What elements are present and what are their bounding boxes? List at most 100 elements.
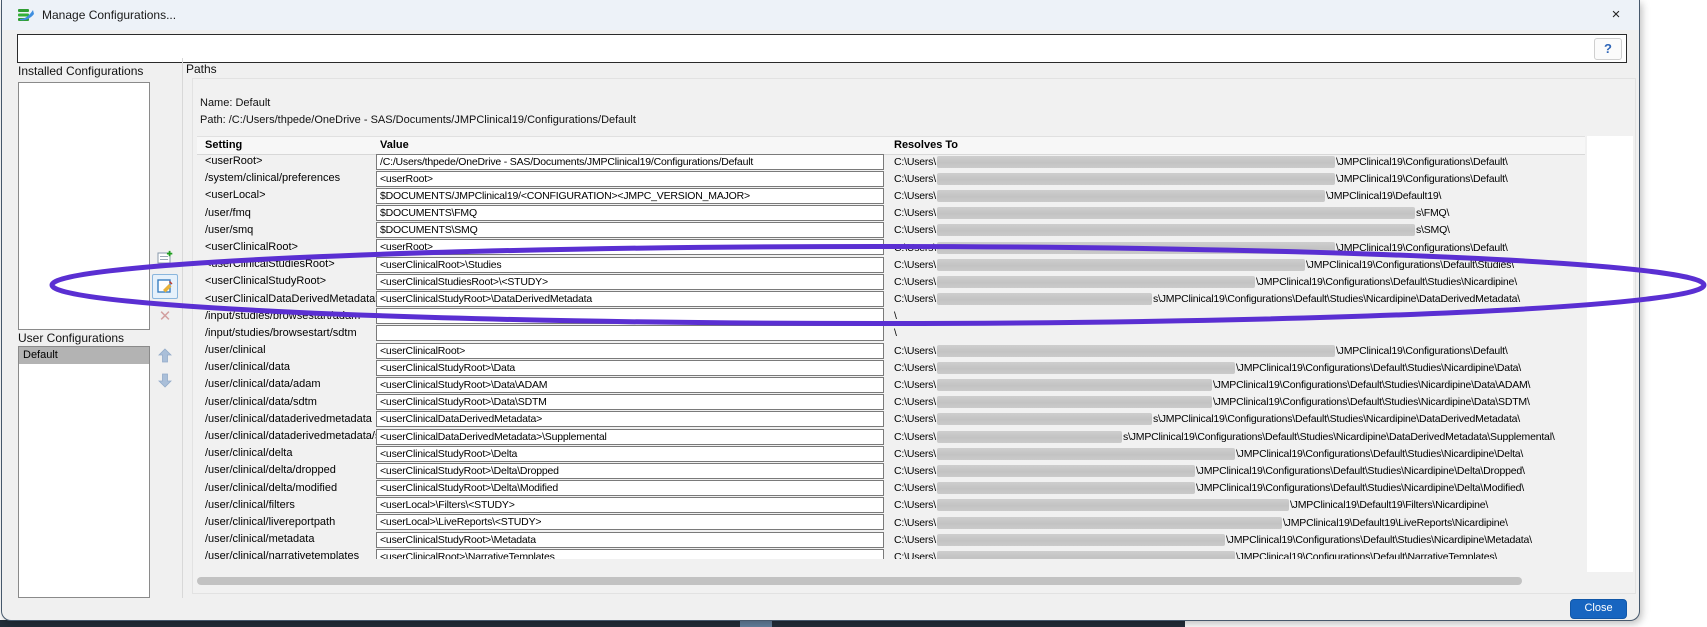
value-input[interactable]: <userClinicalStudyRoot>\Delta\Modified	[376, 480, 884, 496]
user-configurations-label: User Configurations	[18, 331, 124, 345]
resolves-prefix: \	[894, 327, 897, 339]
setting-cell: <userClinicalStudiesRoot>	[197, 256, 376, 273]
paths-section-label: Paths	[186, 62, 217, 76]
resolves-prefix: C:\Users\	[894, 396, 936, 408]
value-input[interactable]: <userRoot>	[376, 171, 884, 187]
close-button[interactable]: Close	[1570, 599, 1627, 619]
resolves-prefix: C:\Users\	[894, 448, 936, 460]
edit-configuration-button[interactable]	[152, 274, 178, 299]
value-input[interactable]: <userClinicalStudyRoot>\Delta	[376, 446, 884, 462]
value-input[interactable]: $DOCUMENTS/JMPClinical19/<CONFIGURATION>…	[376, 188, 884, 204]
column-header-resolves-to: Resolves To	[886, 137, 1585, 154]
table-row: <userClinicalStudyRoot><userClinicalStud…	[197, 273, 1585, 290]
resolves-prefix: C:\Users\	[894, 465, 936, 477]
column-header-value: Value	[376, 137, 886, 154]
resolves-cell: C:\Users\\JMPClinical19\Default19\	[886, 187, 1585, 204]
resolves-suffix: \JMPClinical19\Configurations\Default\St…	[1256, 276, 1517, 288]
value-input[interactable]: $DOCUMENTS\FMQ	[376, 205, 884, 221]
value-input[interactable]: <userRoot>	[376, 239, 884, 255]
value-input[interactable]: <userClinicalStudyRoot>\Data	[376, 360, 884, 376]
redacted-text	[937, 156, 1335, 168]
value-input[interactable]: $DOCUMENTS\SMQ	[376, 222, 884, 238]
window-close-icon[interactable]: ×	[1605, 4, 1627, 26]
value-cell: <userClinicalRoot>\NarrativeTemplates	[376, 548, 886, 559]
table-row: /user/clinical/data<userClinicalStudyRoo…	[197, 359, 1585, 376]
value-input[interactable]: <userClinicalDataDerivedMetadata>	[376, 411, 884, 427]
resolves-prefix: C:\Users\	[894, 242, 936, 254]
horizontal-scrollbar-thumb[interactable]	[197, 577, 1522, 585]
resolves-cell: C:\Users\\JMPClinical19\Configurations\D…	[886, 239, 1585, 256]
value-input[interactable]: <userClinicalRoot>\NarrativeTemplates	[376, 549, 884, 559]
value-cell: <userClinicalRoot>\Studies	[376, 256, 886, 273]
value-input[interactable]	[376, 308, 884, 324]
value-input[interactable]: <userClinicalStudyRoot>\Delta\Dropped	[376, 463, 884, 479]
redacted-text	[937, 207, 1415, 219]
panel-separator	[182, 58, 183, 598]
resolves-cell: C:\Users\\JMPClinical19\Default19\Filter…	[886, 497, 1585, 514]
resolves-prefix: C:\Users\	[894, 551, 936, 559]
add-configuration-button[interactable]	[152, 245, 178, 270]
redacted-text	[937, 224, 1415, 236]
redacted-text	[937, 413, 1152, 425]
value-input[interactable]: <userClinicalStudyRoot>\Data\ADAM	[376, 377, 884, 393]
help-button[interactable]: ?	[1594, 38, 1622, 60]
value-cell: <userRoot>	[376, 239, 886, 256]
resolves-suffix: \JMPClinical19\Default19\Filters\Nicardi…	[1290, 499, 1488, 511]
move-down-button[interactable]	[152, 368, 178, 393]
installed-configurations-label: Installed Configurations	[18, 64, 143, 78]
value-input[interactable]: <userClinicalStudiesRoot>\<STUDY>	[376, 274, 884, 290]
move-up-button[interactable]	[152, 343, 178, 368]
value-input[interactable]: <userClinicalRoot>\Studies	[376, 257, 884, 273]
value-input[interactable]: /C:/Users/thpede/OneDrive - SAS/Document…	[376, 154, 884, 170]
delete-configuration-button[interactable]: ✕	[152, 304, 178, 329]
add-configuration-icon	[157, 250, 174, 265]
title-bar: Manage Configurations... ×	[2, 0, 1639, 30]
config-path-line: Path: /C:/Users/thpede/OneDrive - SAS/Do…	[200, 114, 636, 126]
value-input[interactable]: <userClinicalRoot>	[376, 343, 884, 359]
table-row: /user/clinical/narrativetemplates<userCl…	[197, 548, 1585, 559]
resolves-cell: C:\Users\\JMPClinical19\Configurations\D…	[886, 273, 1585, 290]
setting-cell: /input/studies/browsestart/sdtm	[197, 325, 376, 342]
config-name-line: Name: Default	[200, 97, 270, 109]
window-title: Manage Configurations...	[42, 8, 176, 22]
setting-cell: /user/clinical/delta/modified	[197, 480, 376, 497]
value-cell: <userClinicalStudyRoot>\DataDerivedMetad…	[376, 291, 886, 308]
setting-cell: /user/fmq	[197, 205, 376, 222]
resolves-prefix: C:\Users\	[894, 431, 936, 443]
setting-cell: /user/clinical/data/adam	[197, 376, 376, 393]
setting-cell: /system/clinical/preferences	[197, 170, 376, 187]
setting-cell: <userClinicalRoot>	[197, 239, 376, 256]
table-row: <userLocal>$DOCUMENTS/JMPClinical19/<CON…	[197, 187, 1585, 204]
table-row: <userClinicalStudiesRoot><userClinicalRo…	[197, 256, 1585, 273]
table-row: /user/clinical/data/adam<userClinicalStu…	[197, 376, 1585, 393]
table-row: /user/clinical/data/sdtm<userClinicalStu…	[197, 394, 1585, 411]
setting-cell: /user/clinical/delta/dropped	[197, 462, 376, 479]
value-input[interactable]: <userClinicalStudyRoot>\DataDerivedMetad…	[376, 291, 884, 307]
redacted-text	[937, 242, 1335, 254]
value-input[interactable]	[376, 325, 884, 341]
value-cell: <userClinicalDataDerivedMetadata>\Supple…	[376, 428, 886, 445]
value-cell: <userClinicalStudyRoot>\Data\SDTM	[376, 394, 886, 411]
value-input[interactable]: <userLocal>\LiveReports\<STUDY>	[376, 514, 884, 530]
horizontal-scrollbar[interactable]	[197, 577, 1585, 585]
table-row: /input/studies/browsestart/adam\	[197, 308, 1585, 325]
resolves-prefix: C:\Users\	[894, 190, 936, 202]
resolves-suffix: \JMPClinical19\Configurations\Default\	[1336, 156, 1508, 168]
value-cell: <userClinicalStudyRoot>\Data\ADAM	[376, 376, 886, 393]
value-input[interactable]: <userClinicalDataDerivedMetadata>\Supple…	[376, 429, 884, 445]
value-input[interactable]: <userLocal>\Filters\<STUDY>	[376, 497, 884, 513]
installed-configurations-list[interactable]	[18, 82, 150, 330]
value-input[interactable]: <userClinicalStudyRoot>\Metadata	[376, 532, 884, 548]
list-item-default[interactable]: Default	[19, 347, 149, 364]
app-icon	[17, 7, 35, 23]
resolves-prefix: C:\Users\	[894, 379, 936, 391]
resolves-prefix: C:\Users\	[894, 482, 936, 494]
resolves-cell: C:\Users\s\FMQ\	[886, 205, 1585, 222]
arrow-up-icon	[158, 348, 172, 363]
value-input[interactable]: <userClinicalStudyRoot>\Data\SDTM	[376, 394, 884, 410]
redacted-text	[937, 499, 1289, 511]
value-cell: <userLocal>\LiveReports\<STUDY>	[376, 514, 886, 531]
resolves-cell: C:\Users\\JMPClinical19\Configurations\D…	[886, 548, 1585, 559]
paths-table-body: <userRoot>/C:/Users/thpede/OneDrive - SA…	[197, 153, 1585, 559]
user-configurations-list[interactable]: Default	[18, 346, 150, 598]
